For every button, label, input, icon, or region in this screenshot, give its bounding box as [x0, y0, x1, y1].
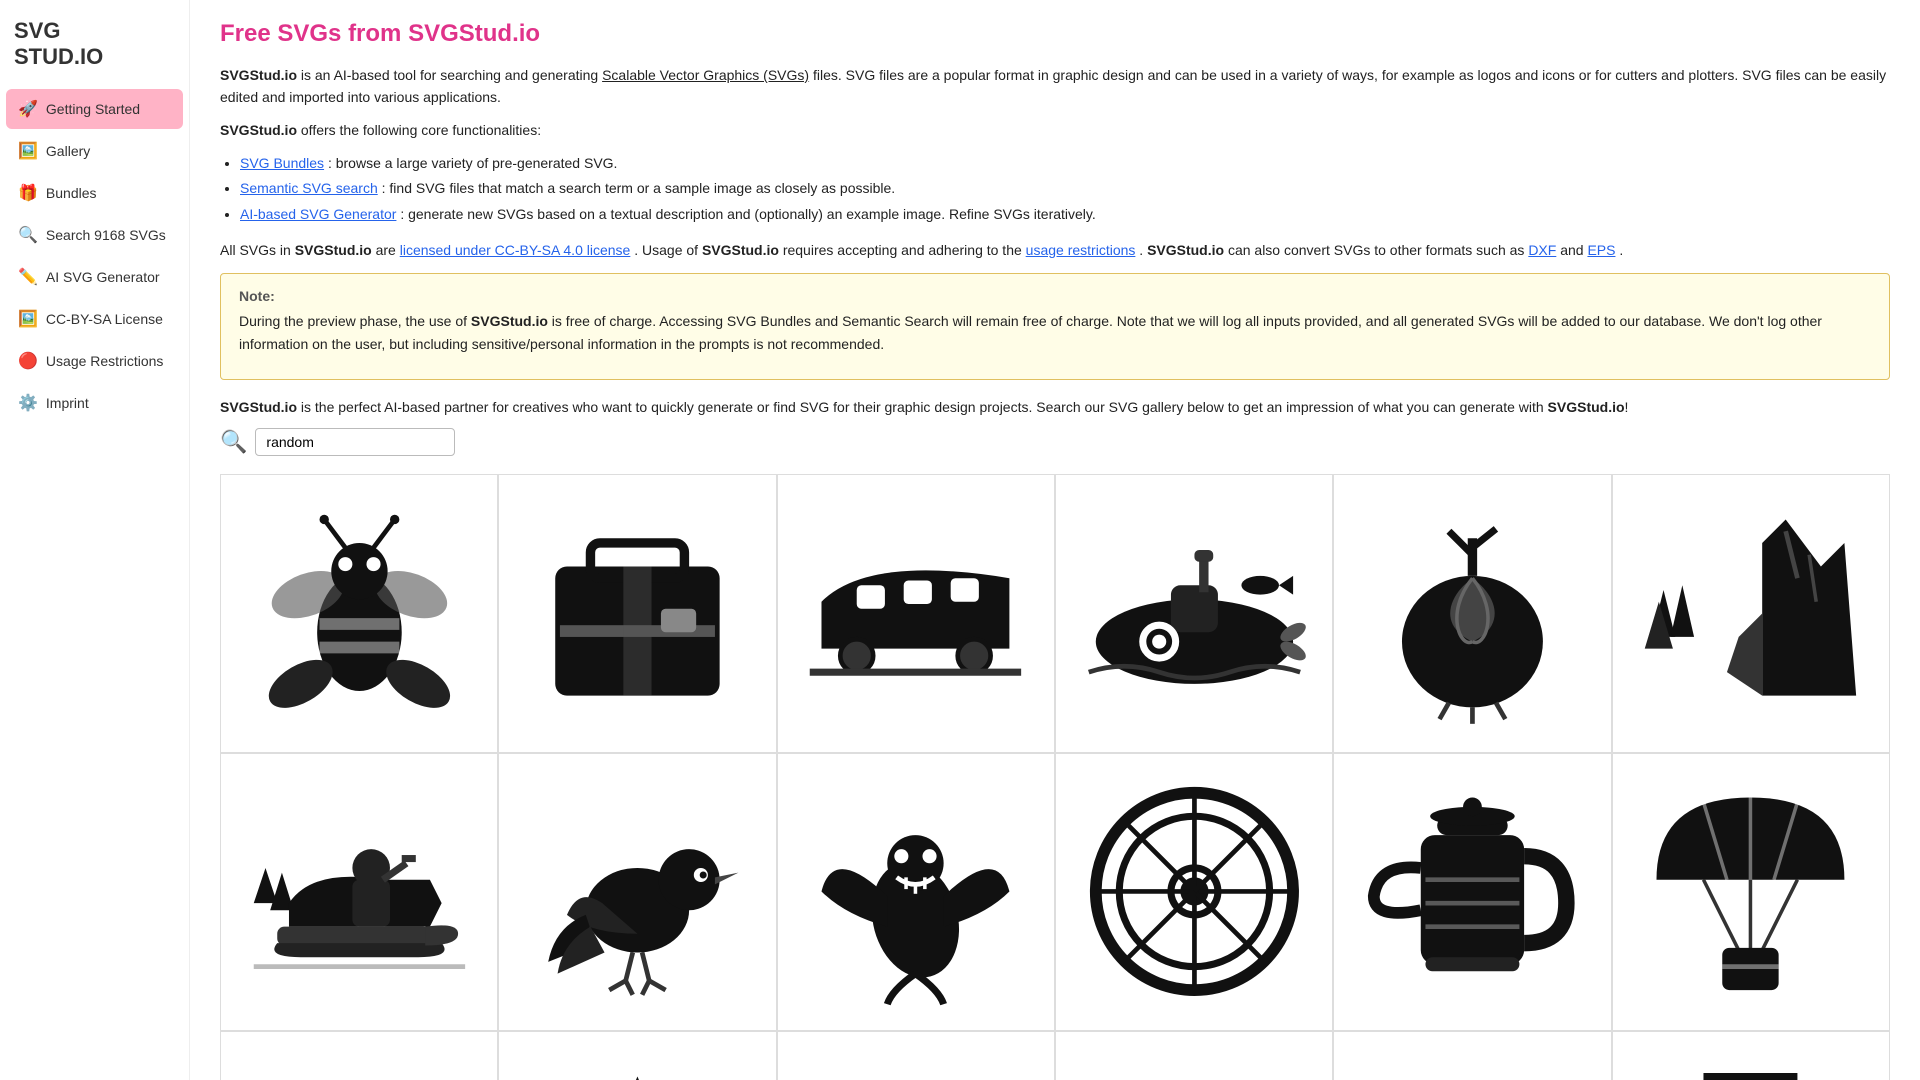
sidebar-nav: 🚀 Getting Started 🖼️ Gallery 🎁 Bundles 🔍…: [0, 87, 189, 425]
features-list: SVG Bundles : browse a large variety of …: [240, 151, 1890, 227]
usage-restrictions-link[interactable]: usage restrictions: [1026, 242, 1136, 258]
feature-item-ai: AI-based SVG Generator : generate new SV…: [240, 202, 1890, 227]
note-box: Note: During the preview phase, the use …: [220, 273, 1890, 380]
license-paragraph: All SVGs in SVGStud.io are licensed unde…: [220, 239, 1890, 261]
rocket-icon: 🚀: [18, 99, 38, 119]
gallery-item-anchor[interactable]: [1612, 1031, 1890, 1080]
page-title: Free SVGs from SVGStud.io: [220, 20, 1890, 48]
cc-license-link[interactable]: licensed under CC-BY-SA 4.0 license: [400, 242, 631, 258]
gallery-item-pigeon[interactable]: [498, 753, 776, 1031]
feature-item-bundles: SVG Bundles : browse a large variety of …: [240, 151, 1890, 176]
gallery-item-suitcase[interactable]: [498, 474, 776, 752]
main-content: Free SVGs from SVGStud.io SVGStud.io is …: [190, 0, 1920, 1080]
ai-icon: ✏️: [18, 267, 38, 287]
sidebar-item-label: AI SVG Generator: [46, 269, 160, 285]
gallery-item-pen[interactable]: [1333, 1031, 1611, 1080]
sidebar-item-getting-started[interactable]: 🚀 Getting Started: [6, 89, 183, 129]
sidebar-item-label: Usage Restrictions: [46, 353, 164, 369]
cc-icon: 🖼️: [18, 309, 38, 329]
sidebar-item-gallery[interactable]: 🖼️ Gallery: [6, 131, 183, 171]
gallery-item-bee[interactable]: [220, 474, 498, 752]
gallery-item-cliff[interactable]: [1612, 474, 1890, 752]
note-title: Note:: [239, 288, 1871, 304]
sidebar-item-label: Search 9168 SVGs: [46, 227, 166, 243]
sidebar-item-bundles[interactable]: 🎁 Bundles: [6, 173, 183, 213]
semantic-search-link[interactable]: Semantic SVG search: [240, 180, 378, 196]
gallery-icon: 🖼️: [18, 141, 38, 161]
gallery-intro: SVGStud.io is the perfect AI-based partn…: [220, 396, 1890, 418]
sidebar-item-search[interactable]: 🔍 Search 9168 SVGs: [6, 215, 183, 255]
note-body: During the preview phase, the use of SVG…: [239, 310, 1871, 355]
sidebar-item-label: Getting Started: [46, 101, 140, 117]
gallery-item-top-hat[interactable]: [777, 1031, 1055, 1080]
svg-bundles-link[interactable]: SVG Bundles: [240, 155, 324, 171]
restrictions-icon: 🔴: [18, 351, 38, 371]
sidebar-item-ai-generator[interactable]: ✏️ AI SVG Generator: [6, 257, 183, 297]
image-grid: [220, 474, 1890, 1080]
gallery-item-garlic[interactable]: [1333, 474, 1611, 752]
gallery-item-motorcycle[interactable]: [220, 1031, 498, 1080]
bundles-icon: 🎁: [18, 183, 38, 203]
sidebar-item-label: Imprint: [46, 395, 89, 411]
gallery-item-snowmobile[interactable]: [220, 753, 498, 1031]
intro-paragraph-1: SVGStud.io is an AI-based tool for searc…: [220, 64, 1890, 109]
imprint-icon: ⚙️: [18, 393, 38, 413]
sidebar-item-label: CC-BY-SA License: [46, 311, 163, 327]
intro-paragraph-2: SVGStud.io offers the following core fun…: [220, 119, 1890, 141]
gallery-item-wheel[interactable]: [1055, 753, 1333, 1031]
logo: SVG STUD.IO: [0, 8, 189, 87]
search-input[interactable]: [255, 428, 455, 456]
sidebar-item-cc-by-sa[interactable]: 🖼️ CC-BY-SA License: [6, 299, 183, 339]
eps-link[interactable]: EPS: [1587, 242, 1615, 258]
gallery-item-telescope[interactable]: [1055, 1031, 1333, 1080]
sidebar: SVG STUD.IO 🚀 Getting Started 🖼️ Gallery…: [0, 0, 190, 1080]
sidebar-item-usage-restrictions[interactable]: 🔴 Usage Restrictions: [6, 341, 183, 381]
search-magnifier-icon[interactable]: 🔍: [220, 429, 247, 455]
gallery-item-bat-fish[interactable]: [777, 753, 1055, 1031]
gallery-item-teapot[interactable]: [1333, 753, 1611, 1031]
gallery-item-wizard-hat[interactable]: [498, 1031, 776, 1080]
sidebar-item-imprint[interactable]: ⚙️ Imprint: [6, 383, 183, 423]
sidebar-item-label: Bundles: [46, 185, 97, 201]
search-row: 🔍: [220, 428, 1890, 456]
gallery-item-train[interactable]: [777, 474, 1055, 752]
gallery-item-submarine[interactable]: [1055, 474, 1333, 752]
dxf-link[interactable]: DXF: [1528, 242, 1556, 258]
sidebar-item-label: Gallery: [46, 143, 90, 159]
feature-item-search: Semantic SVG search : find SVG files tha…: [240, 176, 1890, 201]
gallery-item-parachute[interactable]: [1612, 753, 1890, 1031]
ai-generator-link[interactable]: AI-based SVG Generator: [240, 206, 396, 222]
search-icon: 🔍: [18, 225, 38, 245]
